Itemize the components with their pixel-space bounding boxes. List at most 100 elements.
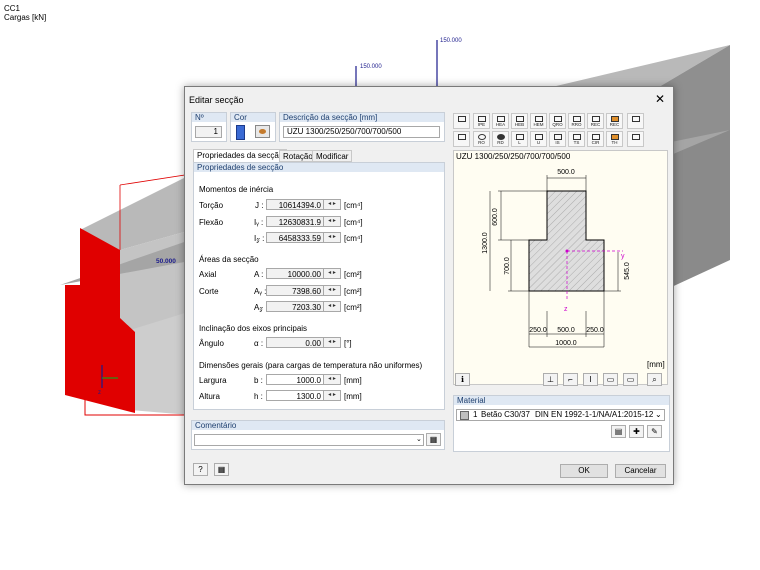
dim-top-width: 500.0 [557,169,575,176]
iy-spinner[interactable]: ◂ ▸ [324,216,341,227]
zoom-icon[interactable]: ⌕ [647,373,662,386]
b-value[interactable]: 1000.0 [266,374,324,385]
section-btn-row1-1[interactable]: HEA [492,113,509,129]
comment-group: Comentário ⌄ ▦ [191,420,445,450]
palette-icon[interactable] [255,125,270,138]
material-select[interactable]: 1 Betão C30/37 DIN EN 1992-1-1/NA/A1:201… [456,409,665,421]
torsion-symbol: J : [255,201,264,210]
a-unit: [cm²] [344,270,362,279]
material-edit-icon[interactable]: ✎ [647,425,662,438]
ay-spinner[interactable]: ◂ ▸ [324,285,341,296]
material-new-icon[interactable]: ✚ [629,425,644,438]
h-spinner[interactable]: ◂ ▸ [324,390,341,401]
tab-modify[interactable]: Modificar [312,150,353,162]
ay-value[interactable]: 7398.60 [266,285,324,296]
width-label: Largura [199,376,227,385]
az-value[interactable]: 7203.30 [266,301,324,312]
section-btn-row2-3[interactable]: U [530,131,547,147]
section-btn-row1-7[interactable]: REC [606,113,623,129]
section-btn-row1-2[interactable]: HEB [511,113,528,129]
iz-unit: [cm⁴] [344,234,363,243]
h-symbol: h : [254,392,263,401]
section-btn-row2-0[interactable]: RO [473,131,490,147]
material-library-icon[interactable]: ▤ [611,425,626,438]
section-btn-row2-6[interactable]: CIR [587,131,604,147]
comment-library-icon[interactable]: ▦ [426,433,441,446]
az-unit: [cm²] [344,303,362,312]
dim-right-height: 545.0 [624,262,631,280]
stress-points-icon[interactable]: Ι [583,373,598,386]
description-input[interactable]: UZU 1300/250/250/700/700/500 [283,126,440,138]
areas-title: Áreas da secção [199,255,259,264]
a-spinner[interactable]: ◂ ▸ [324,268,341,279]
alpha-value[interactable]: 0.00 [266,337,324,348]
b-spinner[interactable]: ◂ ▸ [324,374,341,385]
h-value[interactable]: 1300.0 [266,390,324,401]
iz-value[interactable]: 6458333.59 [266,232,324,243]
b-unit: [mm] [344,376,362,385]
dim-bottom-height: 700.0 [504,257,511,275]
chevron-down-icon[interactable]: ⌄ [416,435,422,443]
section-library-icon[interactable] [453,113,470,129]
ay-symbol: Aᵧ : [254,287,267,296]
help-icon[interactable]: ? [193,463,208,476]
dim-total-width: 1000.0 [555,340,577,347]
iy-unit: [cm⁴] [344,218,363,227]
material-number: 1 [473,410,478,419]
section-database-icon[interactable] [453,131,470,147]
section-edit-icon[interactable] [627,131,644,147]
torsion-value[interactable]: 10614394.0 [266,199,324,210]
inertia-title: Momentos de inércia [199,185,274,194]
alpha-spinner[interactable]: ◂ ▸ [324,337,341,348]
comment-input[interactable] [194,434,424,446]
section-btn-row1-6[interactable]: REC [587,113,604,129]
info-icon[interactable]: ℹ [455,373,470,386]
section-btn-row1-5[interactable]: RRO [568,113,585,129]
angle-label: Ângulo [199,339,224,348]
ay-unit: [cm²] [344,287,362,296]
load-value-1: 150.000 [440,38,462,44]
axis-z-label: z [98,390,101,396]
iz-spinner[interactable]: ◂ ▸ [324,232,341,243]
dimension-view-icon[interactable]: ⊥ [543,373,558,386]
section-btn-row2-7[interactable]: TH [606,131,623,147]
ok-button[interactable]: OK [560,464,608,478]
axes-view-icon[interactable]: ⌐ [563,373,578,386]
cancel-button[interactable]: Cancelar [615,464,666,478]
color-swatch[interactable] [236,125,245,140]
section-outline-icon[interactable]: ▭ [603,373,618,386]
az-spinner[interactable]: ◂ ▸ [324,301,341,312]
section-tools-icon[interactable] [627,113,644,129]
section-btn-row1-3[interactable]: HEM [530,113,547,129]
section-btn-row2-2[interactable]: L [511,131,528,147]
section-btn-row1-4[interactable]: QRO [549,113,566,129]
height-label: Altura [199,392,220,401]
description-group: Descrição da secção [mm] UZU 1300/250/25… [279,112,445,142]
material-color-swatch [460,411,469,420]
section-properties-header: Propriedades de secção [194,163,444,172]
number-field[interactable]: 1 [195,126,222,138]
inclination-title: Inclinação dos eixos principais [199,324,308,333]
h-unit: [mm] [344,392,362,401]
section-btn-row2-5[interactable]: TS [568,131,585,147]
units-settings-icon[interactable]: ▦ [214,463,229,476]
section-btn-row2-4[interactable]: IS [549,131,566,147]
chevron-down-icon[interactable]: ⌄ [655,410,662,420]
dim-left-flange: 250.0 [529,327,547,334]
section-btn-row1-0[interactable]: IPE [473,113,490,129]
torsion-unit: [cm⁴] [344,201,363,210]
color-group: Cor [230,112,276,142]
iz-symbol: I𝓏 : [254,234,265,243]
section-type-toolbar: IPE HEA HEB HEM QRO RRO REC REC RO RD L … [453,113,668,149]
number-label: Nº [192,113,226,122]
iy-symbol: Iᵧ : [254,218,264,227]
a-value[interactable]: 10000.00 [266,268,324,279]
shear-label: Corte [199,287,219,296]
tab-section-properties[interactable]: Propriedades da secção [193,149,288,162]
section-btn-row2-1[interactable]: RD [492,131,509,147]
iy-value[interactable]: 12630831.9 [266,216,324,227]
axis-z-label: z [564,306,568,313]
close-icon[interactable]: ✕ [655,92,665,106]
fill-view-icon[interactable]: ▭ [623,373,638,386]
torsion-spinner[interactable]: ◂ ▸ [324,199,341,210]
